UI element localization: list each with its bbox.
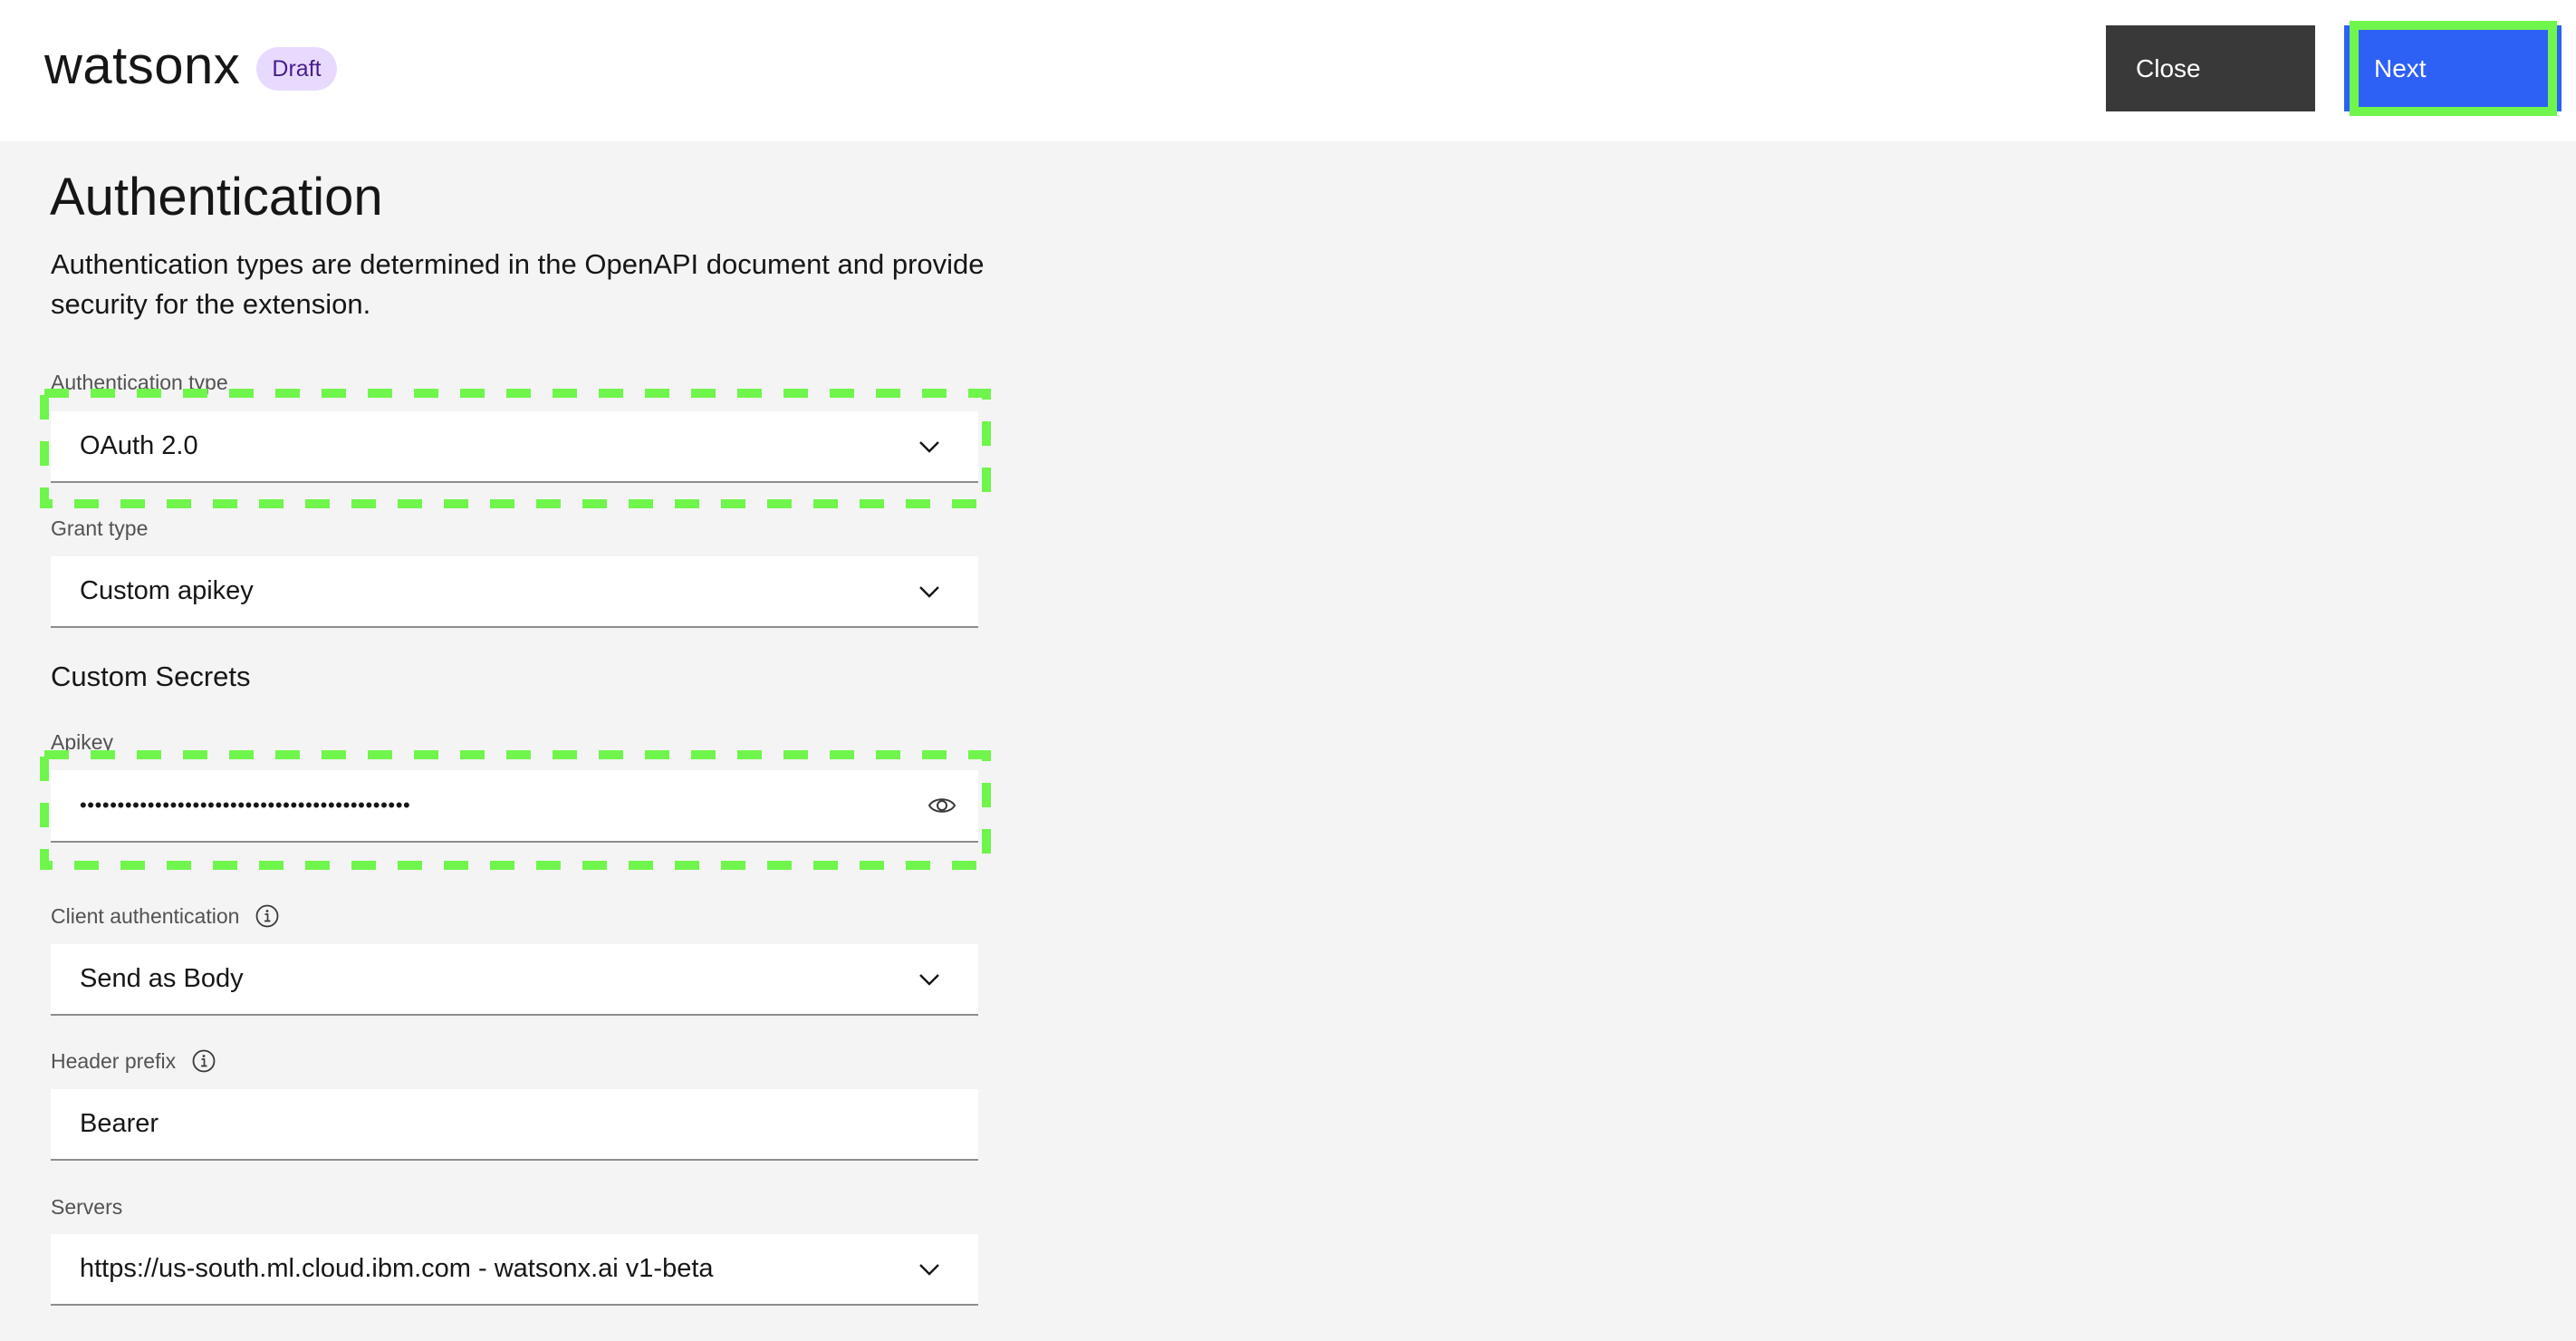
info-icon[interactable] (255, 904, 279, 928)
close-button[interactable]: Close (2106, 25, 2315, 111)
servers-select[interactable]: https://us-south.ml.cloud.ibm.com - wats… (51, 1234, 978, 1306)
page-description: Authentication types are determined in t… (51, 248, 985, 320)
client-auth-label-text: Client authentication (51, 904, 240, 928)
chevron-down-icon (919, 441, 939, 453)
page-title: Authentication (50, 168, 383, 227)
auth-type-value: OAuth 2.0 (80, 431, 198, 460)
header-prefix-label: Header prefix (51, 1047, 216, 1075)
servers-label: Servers (51, 1193, 122, 1220)
brand-title: watsonx (44, 36, 241, 95)
chevron-down-icon (919, 586, 939, 598)
auth-type-label: Authentication type (51, 369, 228, 396)
status-badge: Draft (256, 47, 337, 91)
chevron-down-icon (919, 974, 939, 986)
header-prefix-value: Bearer (80, 1109, 159, 1138)
apikey-label-text: Apikey (51, 730, 114, 754)
apikey-label: Apikey (51, 728, 113, 756)
auth-type-select[interactable]: OAuth 2.0 (51, 411, 978, 483)
header-prefix-label-text: Header prefix (51, 1049, 177, 1073)
header-prefix-input[interactable]: Bearer (51, 1089, 978, 1161)
apikey-masked-value: ••••••••••••••••••••••••••••••••••••••••… (80, 794, 411, 816)
apikey-input[interactable]: ••••••••••••••••••••••••••••••••••••••••… (51, 770, 978, 843)
auth-type-label-text: Authentication type (51, 371, 228, 394)
chevron-down-icon (919, 1264, 939, 1276)
eye-icon[interactable] (928, 792, 956, 819)
client-auth-select[interactable]: Send as Body (51, 944, 978, 1016)
info-icon[interactable] (192, 1049, 216, 1073)
next-button[interactable]: Next (2344, 25, 2562, 111)
grant-type-value: Custom apikey (80, 576, 254, 605)
client-auth-label: Client authentication (51, 902, 279, 930)
client-auth-value: Send as Body (80, 964, 244, 993)
grant-type-label-text: Grant type (51, 516, 149, 540)
servers-value: https://us-south.ml.cloud.ibm.com - wats… (80, 1254, 714, 1283)
grant-type-label: Grant type (51, 515, 148, 542)
servers-label-text: Servers (51, 1195, 123, 1219)
grant-type-select[interactable]: Custom apikey (51, 556, 978, 628)
custom-secrets-heading: Custom Secrets (51, 661, 251, 692)
top-header: watsonx Draft Close Next (0, 0, 2576, 141)
